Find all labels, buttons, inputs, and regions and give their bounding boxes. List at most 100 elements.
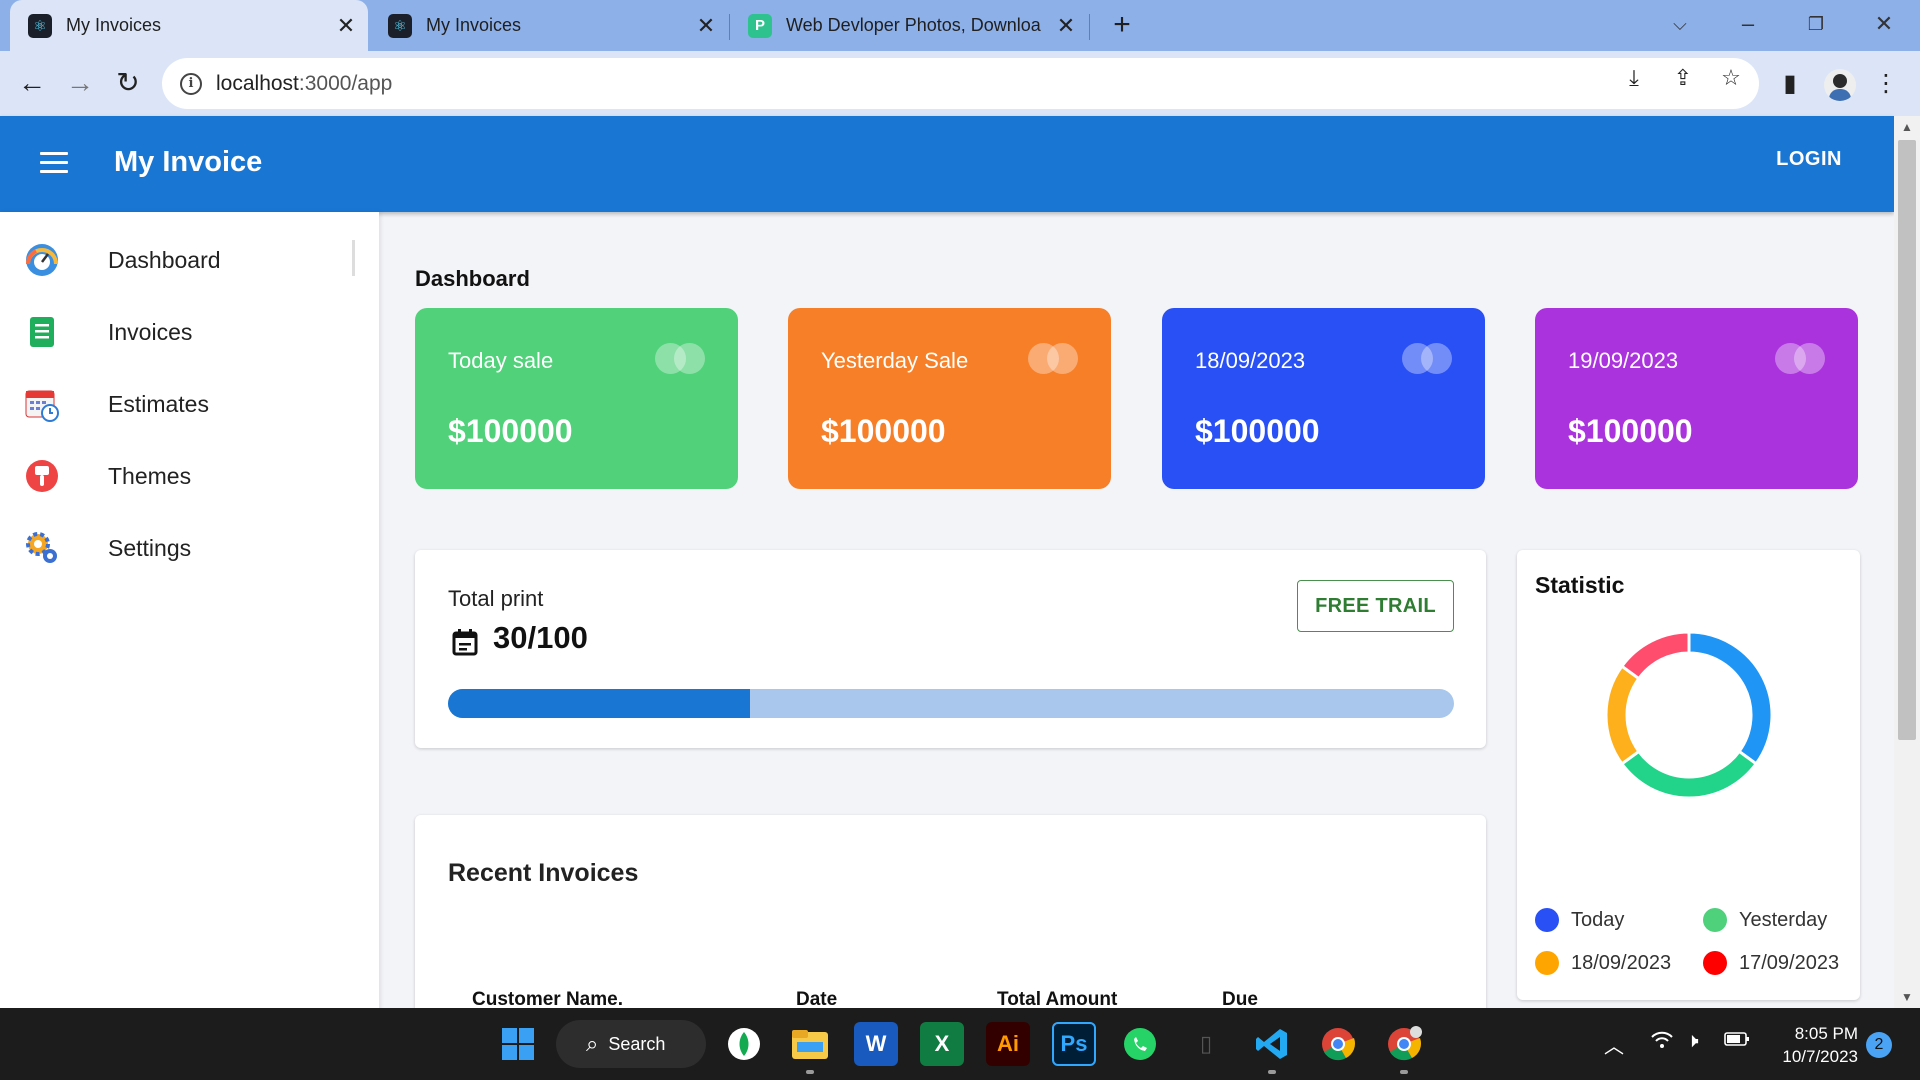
side-panel-icon[interactable]: ▮ bbox=[1770, 64, 1810, 104]
overlapping-circles-icon bbox=[1402, 343, 1452, 374]
mongodb-compass-icon[interactable] bbox=[722, 1022, 766, 1066]
print-label: Total print bbox=[448, 586, 544, 611]
browser-tab-3[interactable]: P Web Devloper Photos, Downloa ✕ bbox=[730, 0, 1088, 51]
donut-slice bbox=[1619, 749, 1759, 800]
wifi-icon[interactable] bbox=[1650, 1030, 1674, 1056]
overlapping-circles-icon bbox=[1775, 343, 1825, 374]
login-button[interactable]: LOGIN bbox=[1776, 148, 1842, 171]
sidebar-item-invoices[interactable]: Invoices bbox=[0, 302, 350, 362]
sidebar-item-label: Dashboard bbox=[108, 246, 221, 273]
legend-dot bbox=[1535, 908, 1559, 932]
page-scrollbar[interactable]: ▲ ▼ bbox=[1894, 116, 1920, 1008]
legend-dot bbox=[1703, 951, 1727, 975]
legend-dot bbox=[1535, 951, 1559, 975]
sidebar-item-dashboard[interactable]: Dashboard bbox=[0, 230, 350, 290]
card-label: 18/09/2023 bbox=[1195, 348, 1306, 373]
bookmark-star-icon[interactable]: ☆ bbox=[1716, 63, 1746, 93]
react-icon: ⚛ bbox=[388, 13, 412, 38]
legend-label: Yesterday bbox=[1739, 908, 1828, 931]
sidebar-item-label: Estimates bbox=[108, 390, 209, 417]
legend-dot bbox=[1703, 908, 1727, 932]
forward-button[interactable]: → bbox=[60, 63, 100, 103]
taskbar-search[interactable]: ⌕ Search bbox=[556, 1020, 706, 1068]
search-icon: ⌕ bbox=[586, 1031, 599, 1056]
address-bar[interactable]: i localhost:3000/app bbox=[162, 58, 1759, 109]
donut-slice bbox=[1604, 664, 1641, 766]
clock-date: 10/7/2023 bbox=[1782, 1047, 1858, 1066]
share-icon[interactable]: ⇪ bbox=[1668, 63, 1698, 93]
menu-kebab-icon[interactable]: ⋮ bbox=[1866, 64, 1906, 104]
browser-tab-1[interactable]: ⚛ My Invoices ✕ bbox=[10, 0, 368, 51]
card-date-sale-1: 18/09/2023 $100000 bbox=[1162, 308, 1485, 489]
tab-title: My Invoices bbox=[426, 15, 522, 35]
statistic-donut-chart bbox=[1604, 630, 1774, 800]
battery-icon[interactable] bbox=[1724, 1030, 1750, 1053]
sidebar-item-label: Themes bbox=[108, 462, 192, 489]
sidebar-item-label: Invoices bbox=[108, 318, 193, 345]
sidebar-item-themes[interactable]: Themes bbox=[0, 446, 350, 506]
notification-badge[interactable]: 2 bbox=[1866, 1032, 1892, 1058]
print-progress-bar bbox=[448, 689, 1454, 718]
windows-start-icon[interactable] bbox=[496, 1022, 540, 1066]
running-indicator bbox=[1400, 1070, 1408, 1074]
chrome-icon[interactable] bbox=[1316, 1022, 1360, 1066]
info-icon[interactable]: i bbox=[180, 72, 202, 95]
tray-chevron-up-icon[interactable]: ︿ bbox=[1604, 1030, 1624, 1059]
running-indicator bbox=[1268, 1070, 1276, 1074]
sidebar-item-settings[interactable]: Settings bbox=[0, 518, 350, 578]
card-date-sale-2: 19/09/2023 $100000 bbox=[1535, 308, 1858, 489]
browser-tab-2[interactable]: ⚛ My Invoices ✕ bbox=[370, 0, 728, 51]
running-indicator bbox=[806, 1070, 814, 1074]
scrollbar-thumb[interactable] bbox=[1898, 140, 1916, 740]
sidebar-scroll-indicator bbox=[352, 240, 355, 276]
statistic-panel: Statistic Today Yesterday 18/09/2023 17/… bbox=[1517, 550, 1860, 1000]
minimize-button[interactable]: – bbox=[1718, 4, 1778, 44]
legend-item-today: Today bbox=[1535, 908, 1624, 932]
close-window-button[interactable]: ✕ bbox=[1854, 4, 1914, 44]
install-app-icon[interactable]: ⤓ bbox=[1619, 63, 1649, 93]
photoshop-icon[interactable]: Ps bbox=[1052, 1022, 1096, 1066]
paint-brush-icon bbox=[24, 458, 60, 494]
tab-separator bbox=[1089, 14, 1090, 40]
url-text[interactable]: localhost:3000/app bbox=[216, 72, 392, 96]
sidebar-item-estimates[interactable]: Estimates bbox=[0, 374, 350, 434]
card-value: $100000 bbox=[448, 413, 573, 449]
back-button[interactable]: ← bbox=[12, 63, 52, 103]
whatsapp-icon[interactable] bbox=[1118, 1022, 1162, 1066]
chrome-profile-icon[interactable] bbox=[1382, 1022, 1426, 1066]
sidebar-item-label: Settings bbox=[108, 534, 192, 561]
illustrator-icon[interactable]: Ai bbox=[986, 1022, 1030, 1066]
tab-title: My Invoices bbox=[66, 15, 162, 35]
word-icon[interactable]: W bbox=[854, 1022, 898, 1066]
browser-tab-bar: ⚛ My Invoices ✕ ⚛ My Invoices ✕ P Web De… bbox=[0, 0, 1920, 51]
overlapping-circles-icon bbox=[655, 343, 705, 374]
hamburger-menu-icon[interactable] bbox=[40, 152, 68, 174]
calendar-icon bbox=[452, 629, 478, 656]
volume-icon[interactable]: 🕨 bbox=[1686, 1030, 1699, 1053]
close-tab-icon[interactable]: ✕ bbox=[330, 13, 362, 39]
recent-invoices-title: Recent Invoices bbox=[448, 859, 639, 887]
profile-avatar[interactable] bbox=[1824, 69, 1856, 101]
scroll-up-icon[interactable]: ▲ bbox=[1894, 120, 1920, 134]
system-clock[interactable]: 8:05 PM 10/7/2023 bbox=[1768, 1022, 1858, 1068]
tab-search-icon[interactable]: ⌵ bbox=[1650, 4, 1710, 44]
new-tab-button[interactable]: + bbox=[1104, 8, 1140, 44]
scroll-down-icon[interactable]: ▼ bbox=[1894, 990, 1920, 1004]
app-header: My Invoice LOGIN bbox=[0, 116, 1894, 212]
file-explorer-icon[interactable] bbox=[788, 1022, 832, 1066]
reload-button[interactable]: ↻ bbox=[108, 63, 148, 103]
close-tab-icon[interactable]: ✕ bbox=[690, 13, 722, 39]
card-value: $100000 bbox=[1568, 413, 1693, 449]
free-trial-button[interactable]: FREE TRAIL bbox=[1297, 580, 1454, 632]
donut-slice bbox=[1619, 630, 1691, 681]
close-tab-icon[interactable]: ✕ bbox=[1050, 13, 1082, 39]
vscode-icon[interactable] bbox=[1250, 1022, 1294, 1066]
donut-slice bbox=[1687, 630, 1774, 766]
card-label: Yesterday Sale bbox=[821, 348, 969, 373]
card-value: $100000 bbox=[1195, 413, 1320, 449]
statistic-title: Statistic bbox=[1535, 572, 1625, 598]
restore-button[interactable]: ❐ bbox=[1786, 4, 1846, 44]
excel-icon[interactable]: X bbox=[920, 1022, 964, 1066]
speedometer-icon bbox=[24, 242, 60, 278]
mouse-app-icon[interactable]: ▯ bbox=[1184, 1022, 1228, 1066]
